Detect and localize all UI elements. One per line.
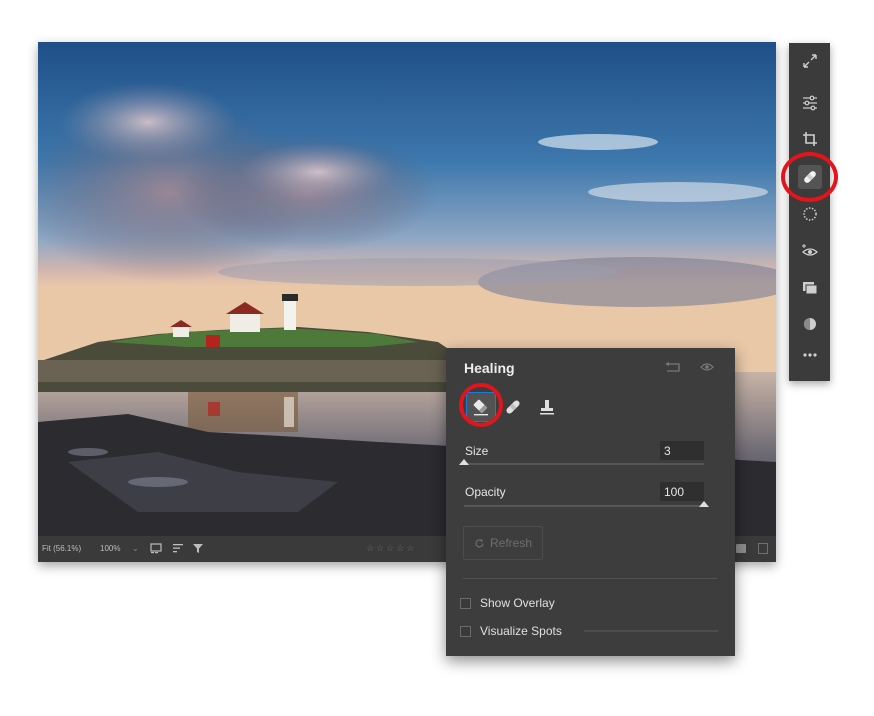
single-view-icon[interactable]: [736, 544, 746, 553]
visualize-spots-slider[interactable]: [584, 630, 718, 632]
healing-panel: Healing Size 3 Opacity 100 Refresh Show …: [446, 348, 735, 656]
refresh-label: Refresh: [489, 536, 533, 550]
size-slider-thumb[interactable]: [459, 459, 469, 465]
more-icon: [802, 353, 817, 357]
refresh-button[interactable]: Refresh: [463, 526, 543, 560]
opacity-label: Opacity: [465, 485, 506, 499]
size-label: Size: [465, 444, 489, 458]
more-button[interactable]: [789, 337, 830, 373]
reset-icon[interactable]: [664, 361, 682, 373]
heal-button[interactable]: [498, 392, 528, 422]
crop-icon: [802, 132, 817, 146]
edit-sliders-icon: [802, 95, 817, 111]
thumbnail-view-icon[interactable]: [150, 542, 162, 554]
opacity-value-input[interactable]: 100: [660, 482, 704, 501]
versions-icon: [803, 318, 816, 330]
opacity-slider-thumb[interactable]: [699, 501, 709, 507]
opacity-slider-track[interactable]: [464, 505, 704, 507]
fullscreen-button[interactable]: [789, 43, 830, 79]
star-rating[interactable]: ☆☆☆☆☆: [366, 543, 416, 554]
presets-button[interactable]: [789, 270, 830, 306]
sort-icon[interactable]: [172, 542, 184, 554]
content-aware-remove-icon: [473, 399, 488, 416]
zoom-level-label[interactable]: 100%: [100, 544, 120, 553]
clone-stamp-icon: [540, 400, 554, 415]
compare-view-icon[interactable]: [758, 543, 768, 554]
healing-button[interactable]: [789, 159, 830, 195]
visualize-spots-checkbox[interactable]: [460, 626, 471, 637]
edit-tool-strip: [789, 43, 830, 381]
size-slider-track[interactable]: [464, 463, 704, 465]
show-overlay-label: Show Overlay: [480, 596, 555, 610]
panel-title: Healing: [464, 360, 515, 376]
zoom-dropdown-icon[interactable]: ⌄: [132, 544, 139, 553]
panel-divider: [463, 578, 717, 579]
fit-zoom-label[interactable]: Fit (56.1%): [42, 544, 81, 553]
red-eye-icon: [801, 244, 818, 256]
size-value-input[interactable]: 3: [660, 441, 704, 460]
refresh-icon: [475, 538, 484, 547]
heal-icon: [506, 400, 520, 414]
edit-button[interactable]: [789, 85, 830, 121]
presets-icon: [802, 282, 817, 295]
clone-button[interactable]: [532, 392, 562, 422]
masking-icon: [802, 207, 817, 221]
content-aware-remove-button[interactable]: [466, 392, 496, 422]
visibility-eye-icon[interactable]: [700, 361, 714, 373]
crop-button[interactable]: [789, 121, 830, 157]
visualize-spots-label: Visualize Spots: [480, 624, 562, 638]
healing-icon: [803, 171, 816, 183]
filter-icon[interactable]: [192, 542, 204, 554]
show-overlay-checkbox[interactable]: [460, 598, 471, 609]
fullscreen-icon: [802, 54, 817, 68]
masking-button[interactable]: [789, 196, 830, 232]
red-eye-button[interactable]: [789, 233, 830, 269]
